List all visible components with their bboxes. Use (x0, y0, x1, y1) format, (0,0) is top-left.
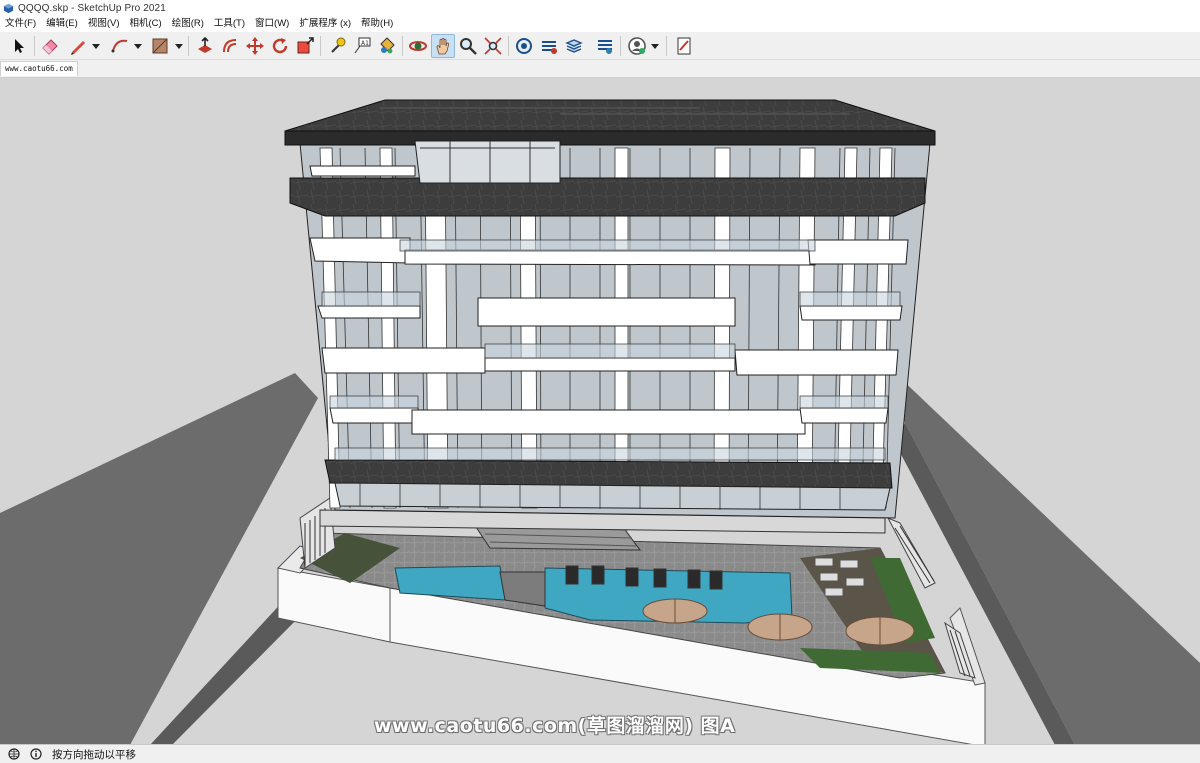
scene-tab[interactable]: www.caotu66.com (0, 61, 78, 76)
menu-help[interactable]: 帮助(H) (356, 16, 398, 32)
move-icon (246, 37, 264, 55)
menu-bar: 文件(F) 编辑(E) 视图(V) 相机(C) 绘图(R) 工具(T) 窗口(W… (0, 16, 1200, 32)
text-icon: A1 (354, 37, 371, 54)
extension-warehouse-icon (542, 41, 557, 54)
model-render (0, 99, 1200, 744)
tape-measure-tool-button[interactable] (325, 34, 349, 58)
pan-tool-button[interactable] (431, 34, 455, 58)
menu-extensions[interactable]: 扩展程序 (x) (294, 16, 356, 32)
select-tool-button[interactable] (7, 34, 31, 58)
title-bar: QQQQ.skp - SketchUp Pro 2021 (0, 0, 1200, 16)
report-button[interactable] (672, 34, 696, 58)
ground-floor-glazing (334, 482, 891, 511)
geo-location-icon[interactable] (8, 748, 20, 760)
sketchup-logo-icon (3, 3, 14, 13)
shape-dropdown-caret[interactable] (175, 41, 183, 51)
eraser-icon (42, 39, 58, 55)
toolbar-separator (320, 36, 321, 56)
layout-icon (565, 39, 583, 53)
menu-edit[interactable]: 编辑(E) (41, 16, 83, 32)
warehouse-icon (516, 38, 532, 54)
scale-icon (297, 37, 314, 54)
toolbar-separator (188, 36, 189, 56)
3d-warehouse-button[interactable] (512, 34, 536, 58)
arc-tool-button[interactable] (108, 34, 132, 58)
extension-warehouse-button[interactable] (537, 34, 561, 58)
ground-wall-left (0, 373, 318, 744)
scene-tab-strip: www.caotu66.com (0, 60, 1200, 76)
zoom-icon (460, 38, 477, 55)
layout-button[interactable] (562, 34, 586, 58)
arc-dropdown-caret[interactable] (134, 41, 142, 51)
extension-manager-button[interactable] (593, 34, 617, 58)
line-tool-button[interactable] (66, 34, 90, 58)
toolbar-separator (620, 36, 621, 56)
paint-bucket-tool-button[interactable] (375, 34, 399, 58)
top-balcony-left (309, 165, 416, 177)
chevron-down-icon (134, 44, 142, 49)
zoom-tool-button[interactable] (456, 34, 480, 58)
toolbar-separator (666, 36, 667, 56)
zoom-extents-icon (484, 37, 502, 55)
status-hint: 按方向拖动以平移 (52, 748, 136, 761)
eraser-tool-button[interactable] (38, 34, 62, 58)
menu-camera[interactable]: 相机(C) (124, 16, 166, 32)
status-bar: 按方向拖动以平移 (0, 744, 1200, 763)
arc-icon (111, 39, 128, 53)
stone-band-upper (289, 177, 926, 217)
profile-button[interactable] (625, 34, 649, 58)
watermark-text: www.caotu66.com(草图溜溜网) 图A (374, 715, 736, 737)
pan-hand-icon (436, 37, 449, 55)
sketchup-window: QQQQ.skp - SketchUp Pro 2021 文件(F) 编辑(E)… (0, 0, 1200, 763)
push-pull-tool-button[interactable] (193, 34, 217, 58)
chevron-down-icon (175, 44, 183, 49)
pencil-line-icon (71, 41, 85, 55)
shape-tool-button[interactable] (148, 34, 172, 58)
paint-bucket-icon (380, 37, 395, 54)
rotate-icon (272, 38, 288, 54)
push-pull-icon (198, 36, 212, 53)
toolbar-separator (34, 36, 35, 56)
menu-file[interactable]: 文件(F) (0, 16, 41, 32)
main-toolbar: A1 (0, 32, 1200, 60)
text-tool-button[interactable]: A1 (350, 34, 374, 58)
info-icon[interactable] (30, 748, 42, 760)
menu-window[interactable]: 窗口(W) (250, 16, 294, 32)
3d-viewport[interactable]: www.caotu66.com(草图溜溜网) 图A (0, 77, 1200, 744)
orbit-icon (409, 41, 427, 51)
chevron-down-icon (92, 44, 100, 49)
roof-pavilion (414, 140, 561, 184)
scale-tool-button[interactable] (293, 34, 317, 58)
line-dropdown-caret[interactable] (92, 41, 100, 51)
rotate-tool-button[interactable] (268, 34, 292, 58)
toolbar-separator (508, 36, 509, 56)
window-title: QQQQ.skp - SketchUp Pro 2021 (18, 2, 166, 14)
menu-tools[interactable]: 工具(T) (209, 16, 250, 32)
select-icon (15, 39, 24, 53)
profile-icon (628, 37, 646, 55)
report-icon (677, 37, 691, 55)
extension-manager-icon (598, 40, 612, 54)
tape-measure-icon (331, 37, 346, 53)
offset-tool-button[interactable] (218, 34, 242, 58)
svg-text:A1: A1 (361, 40, 369, 47)
roof-edge (284, 130, 936, 146)
toolbar-separator (402, 36, 403, 56)
menu-view[interactable]: 视图(V) (83, 16, 125, 32)
orbit-tool-button[interactable] (406, 34, 430, 58)
menu-draw[interactable]: 绘图(R) (167, 16, 209, 32)
offset-icon (223, 39, 237, 53)
zoom-extents-tool-button[interactable] (481, 34, 505, 58)
rectangle-shape-icon (152, 38, 168, 54)
profile-dropdown-caret[interactable] (651, 41, 659, 51)
move-tool-button[interactable] (243, 34, 267, 58)
chevron-down-icon (651, 44, 659, 49)
